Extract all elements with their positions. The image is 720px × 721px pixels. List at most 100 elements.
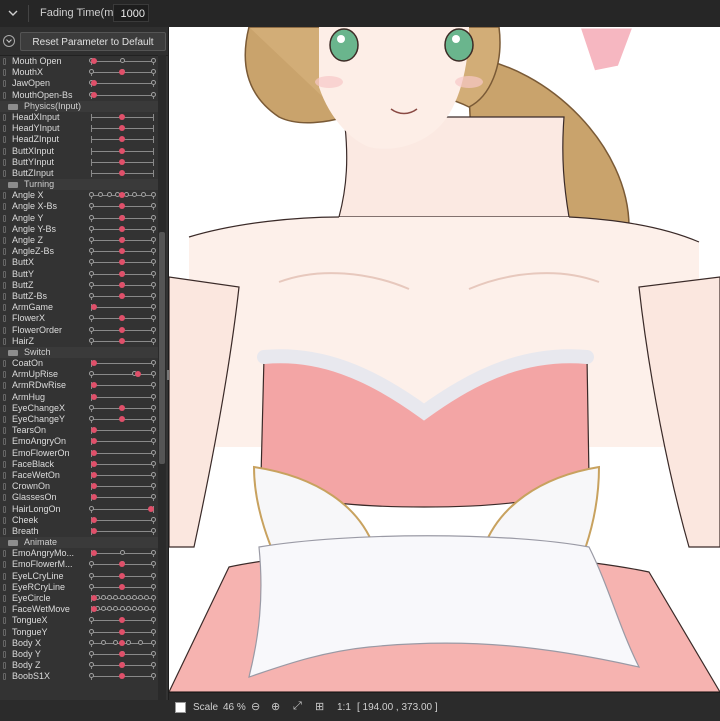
link-icon[interactable] [3, 393, 6, 401]
parameter-row[interactable]: AngleZ-Bs [0, 246, 158, 257]
slider-handle[interactable] [119, 416, 125, 422]
parameter-row[interactable]: ButtY [0, 269, 158, 280]
parameter-row[interactable]: Angle Z [0, 235, 158, 246]
link-icon[interactable] [3, 595, 6, 602]
slider-handle[interactable] [119, 326, 125, 333]
parameter-slider[interactable] [91, 396, 153, 398]
fit-to-window-icon[interactable]: ⤢ [293, 700, 302, 713]
fading-time-input[interactable]: 1000 [113, 4, 149, 22]
link-icon[interactable] [3, 371, 6, 379]
slider-handle[interactable] [91, 516, 98, 523]
parameter-slider[interactable] [91, 307, 153, 309]
parameter-row[interactable]: Breath [0, 526, 158, 537]
parameter-row[interactable]: GlassesOn [0, 492, 158, 503]
center-view-icon[interactable]: ⊞ [315, 700, 324, 713]
link-icon[interactable] [3, 113, 6, 121]
slider-handle[interactable] [119, 214, 125, 221]
link-icon[interactable] [3, 326, 6, 334]
link-icon[interactable] [3, 304, 6, 312]
slider-handle[interactable] [91, 80, 98, 87]
parameter-row[interactable]: EyeLCryLine [0, 571, 158, 582]
link-icon[interactable] [3, 662, 6, 670]
parameter-slider[interactable] [91, 430, 153, 432]
link-icon[interactable] [3, 382, 6, 390]
parameter-row[interactable]: TongueX [0, 615, 158, 626]
parameter-row[interactable]: FaceWetOn [0, 470, 158, 481]
slider-handle[interactable] [91, 438, 98, 445]
slider-handle[interactable] [91, 550, 98, 557]
slider-handle[interactable] [91, 393, 98, 400]
link-icon[interactable] [3, 80, 6, 88]
link-icon[interactable] [3, 259, 6, 267]
parameter-row[interactable]: ButtXInput [0, 146, 158, 157]
slider-handle[interactable] [119, 617, 125, 624]
slider-handle[interactable] [119, 281, 125, 288]
slider-handle[interactable] [119, 158, 125, 165]
link-icon[interactable] [3, 91, 6, 99]
parameter-row[interactable]: ButtYInput [0, 157, 158, 168]
link-icon[interactable] [3, 650, 6, 658]
parameter-row[interactable]: EyeChangeX [0, 403, 158, 414]
parameter-row[interactable]: ButtZInput [0, 168, 158, 179]
slider-handle[interactable] [119, 203, 125, 210]
parameter-row[interactable]: Body Y [0, 649, 158, 660]
link-icon[interactable] [3, 292, 6, 300]
parameter-row[interactable]: Angle X [0, 190, 158, 201]
zoom-in-icon[interactable]: ⊕ [271, 700, 280, 713]
slider-handle[interactable] [91, 527, 98, 534]
parameter-row[interactable]: Angle Y [0, 213, 158, 224]
parameter-slider[interactable] [91, 463, 153, 465]
slider-handle[interactable] [91, 471, 98, 478]
slider-handle[interactable] [91, 606, 98, 613]
reset-parameters-button[interactable]: Reset Parameter to Default [20, 32, 166, 51]
slider-handle[interactable] [91, 595, 98, 601]
link-icon[interactable] [3, 203, 6, 211]
parameter-row[interactable]: Mouth Open [0, 56, 158, 67]
parameter-row[interactable]: FlowerOrder [0, 325, 158, 336]
link-icon[interactable] [3, 315, 6, 323]
parameter-row[interactable]: EmoAngryOn [0, 436, 158, 447]
parameter-group[interactable]: Physics(Input) [0, 100, 158, 112]
parameter-slider[interactable] [91, 486, 153, 488]
slider-handle[interactable] [119, 673, 125, 680]
slider-handle[interactable] [119, 292, 125, 299]
parameter-slider[interactable] [91, 83, 153, 85]
link-icon[interactable] [3, 494, 6, 502]
parameter-row[interactable]: Angle X-Bs [0, 201, 158, 212]
parameter-row[interactable]: EyeCircle [0, 593, 158, 604]
slider-handle[interactable] [119, 248, 125, 255]
parameter-row[interactable]: FaceWetMove [0, 604, 158, 615]
parameter-row[interactable]: Cheek [0, 515, 158, 526]
slider-handle[interactable] [119, 404, 125, 411]
parameter-row[interactable]: ArmGame [0, 302, 158, 313]
parameter-row[interactable]: FlowerX [0, 313, 158, 324]
link-icon[interactable] [3, 158, 6, 166]
slider-handle[interactable] [119, 628, 125, 635]
slider-handle[interactable] [119, 125, 125, 132]
slider-handle[interactable] [119, 192, 125, 199]
link-icon[interactable] [3, 483, 6, 491]
parameter-slider[interactable] [91, 519, 153, 521]
link-icon[interactable] [3, 404, 6, 412]
link-icon[interactable] [3, 270, 6, 278]
parameter-slider[interactable] [91, 474, 153, 476]
slider-handle[interactable] [119, 639, 125, 646]
parameter-slider[interactable] [91, 363, 153, 365]
link-icon[interactable] [3, 192, 6, 200]
parameter-group[interactable]: Switch [0, 346, 158, 359]
slider-handle[interactable] [119, 147, 125, 154]
slider-handle[interactable] [119, 113, 125, 120]
link-icon[interactable] [3, 449, 6, 457]
link-icon[interactable] [3, 214, 6, 222]
parameter-scrollbar-thumb[interactable] [159, 232, 165, 464]
slider-handle[interactable] [119, 237, 125, 243]
slider-handle[interactable] [119, 225, 125, 232]
slider-handle[interactable] [119, 259, 125, 266]
parameter-row[interactable]: CoatOn [0, 358, 158, 369]
parameter-slider[interactable] [91, 497, 153, 499]
link-icon[interactable] [3, 516, 6, 524]
link-icon[interactable] [3, 617, 6, 625]
link-icon[interactable] [3, 248, 6, 256]
parameter-row[interactable]: MouthX [0, 67, 158, 78]
link-icon[interactable] [3, 561, 6, 569]
